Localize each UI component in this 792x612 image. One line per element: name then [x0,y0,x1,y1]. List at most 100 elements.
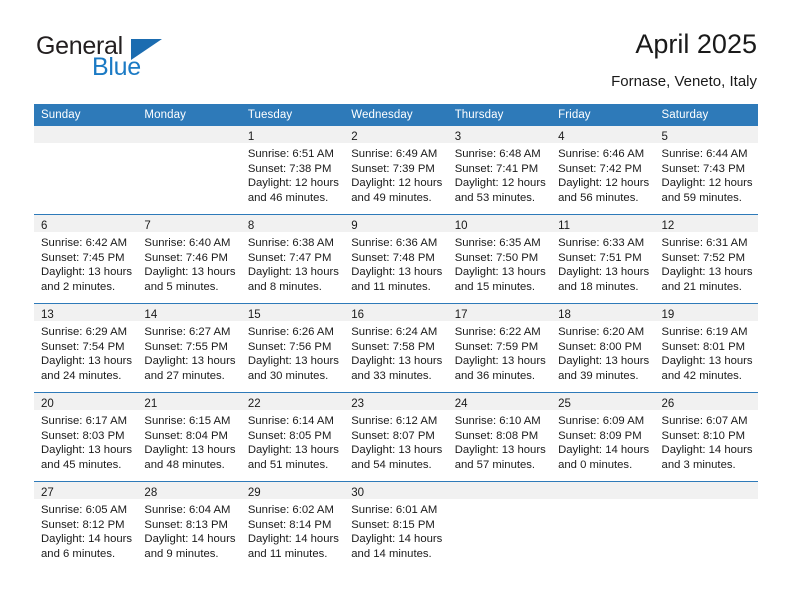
calendar-day-cell[interactable]: 2 Sunrise: 6:49 AM Sunset: 7:39 PM Daylight… [344,126,448,215]
calendar-day-cell[interactable]: 1 Sunrise: 6:51 AM Sunset: 7:38 PM Daylight… [240,126,345,215]
day-cell-body: Sunrise: 6:20 AM Sunset: 8:00 PM Daylight:… [551,321,654,383]
day-cell-body: Sunrise: 6:07 AM Sunset: 8:10 PM Daylight:… [655,410,758,472]
calendar-week-row: 13 Sunrise: 6:29 AM Sunset: 7:54 PM Dayligh… [34,303,758,393]
calendar-day-cell[interactable]: 19 Sunrise: 6:19 AM Sunset: 8:01 PM Dayligh… [654,303,758,393]
sunset-time: Sunset: 8:01 PM [661,340,746,353]
day-cell-inner: 1 Sunrise: 6:51 AM Sunset: 7:38 PM Daylight… [240,126,345,214]
day-number: 29 [247,487,261,499]
calendar-day-cell[interactable]: 6 Sunrise: 6:42 AM Sunset: 7:45 PM Daylight… [34,214,138,304]
calendar-day-cell[interactable]: 26 Sunrise: 6:07 AM Sunset: 8:10 PM Dayligh… [654,392,758,482]
day-number: 19 [661,309,675,321]
sunrise-time: Sunrise: 6:36 AM [351,237,438,249]
day-number: 8 [247,220,255,232]
calendar-day-cell[interactable]: 7 Sunrise: 6:40 AM Sunset: 7:46 PM Daylight… [137,214,241,304]
sunrise-time: Sunrise: 6:27 AM [144,326,231,338]
calendar-day-cell[interactable]: 27 Sunrise: 6:05 AM Sunset: 8:12 PM Dayligh… [34,481,138,570]
daylight-duration-line1: Daylight: 13 hours [661,355,753,368]
calendar-day-cell[interactable]: 4 Sunrise: 6:46 AM Sunset: 7:42 PM Daylight… [551,126,655,215]
calendar-day-cell[interactable]: 15 Sunrise: 6:26 AM Sunset: 7:56 PM Dayligh… [240,303,345,393]
daylight-duration-line2: and 0 minutes. [558,458,633,471]
day-number-strip: 15 [240,304,345,321]
daylight-duration-line1: Daylight: 13 hours [144,266,236,279]
day-number-strip: 29 [240,482,345,499]
day-number-strip: 1 [240,126,345,143]
daylight-duration-line2: and 9 minutes. [144,547,219,560]
calendar-day-cell[interactable]: 12 Sunrise: 6:31 AM Sunset: 7:52 PM Dayligh… [654,214,758,304]
sunset-time: Sunset: 8:15 PM [351,518,435,531]
sunrise-time: Sunrise: 6:29 AM [41,326,128,338]
day-cell-inner: 5 Sunrise: 6:44 AM Sunset: 7:43 PM Daylight… [654,126,758,214]
daylight-duration-line1: Daylight: 13 hours [41,444,133,457]
calendar-day-cell[interactable]: 13 Sunrise: 6:29 AM Sunset: 7:54 PM Dayligh… [34,303,138,393]
sunrise-time: Sunrise: 6:04 AM [144,504,231,516]
sunset-time: Sunset: 8:08 PM [454,429,539,442]
sunset-time: Sunset: 8:00 PM [558,340,642,353]
daylight-duration-line1: Daylight: 14 hours [558,444,650,457]
calendar-day-cell[interactable]: 10 Sunrise: 6:35 AM Sunset: 7:50 PM Dayligh… [447,214,552,304]
daylight-duration-line1: Daylight: 13 hours [454,444,546,457]
sunrise-time: Sunrise: 6:10 AM [454,415,541,427]
calendar-day-cell[interactable]: 18 Sunrise: 6:20 AM Sunset: 8:00 PM Dayligh… [551,303,655,393]
calendar-day-cell[interactable]: 29 Sunrise: 6:02 AM Sunset: 8:14 PM Dayligh… [240,481,345,570]
calendar-day-cell[interactable]: 14 Sunrise: 6:27 AM Sunset: 7:55 PM Dayligh… [137,303,241,393]
calendar-day-cell[interactable]: 25 Sunrise: 6:09 AM Sunset: 8:09 PM Dayligh… [551,392,655,482]
calendar-day-cell[interactable]: 16 Sunrise: 6:24 AM Sunset: 7:58 PM Dayligh… [344,303,448,393]
calendar-day-cell-empty [447,481,552,570]
day-number-strip [34,126,138,143]
calendar-day-cell[interactable]: 17 Sunrise: 6:22 AM Sunset: 7:59 PM Dayligh… [447,303,552,393]
daylight-duration-line2: and 21 minutes. [661,280,742,293]
calendar-day-cell[interactable]: 28 Sunrise: 6:04 AM Sunset: 8:13 PM Dayligh… [137,481,241,570]
calendar-day-cell[interactable]: 23 Sunrise: 6:12 AM Sunset: 8:07 PM Dayligh… [344,392,448,482]
weekday-header-wednesday: Wednesday [344,104,448,126]
daylight-duration-line1: Daylight: 13 hours [41,266,133,279]
day-cell-inner: 25 Sunrise: 6:09 AM Sunset: 8:09 PM Dayligh… [551,393,655,481]
calendar-day-cell[interactable]: 5 Sunrise: 6:44 AM Sunset: 7:43 PM Daylight… [654,126,758,215]
daylight-duration-line1: Daylight: 12 hours [247,177,339,190]
calendar-day-cell[interactable]: 30 Sunrise: 6:01 AM Sunset: 8:15 PM Dayligh… [344,481,448,570]
day-cell-body: Sunrise: 6:36 AM Sunset: 7:48 PM Daylight:… [344,232,447,294]
day-number: 17 [454,309,468,321]
sunset-time: Sunset: 7:55 PM [144,340,228,353]
daylight-duration-line1: Daylight: 13 hours [144,444,236,457]
day-cell-body: Sunrise: 6:29 AM Sunset: 7:54 PM Daylight:… [34,321,137,383]
daylight-duration-line2: and 27 minutes. [144,369,225,382]
calendar-day-cell[interactable]: 3 Sunrise: 6:48 AM Sunset: 7:41 PM Daylight… [447,126,552,215]
calendar-header-row: Sunday Monday Tuesday Wednesday Thursday Frid… [34,104,758,126]
calendar-day-cell[interactable]: 21 Sunrise: 6:15 AM Sunset: 8:04 PM Dayligh… [137,392,241,482]
daylight-duration-line2: and 6 minutes. [41,547,116,560]
day-cell-inner: 21 Sunrise: 6:15 AM Sunset: 8:04 PM Dayligh… [137,393,241,481]
calendar-week-row: 20 Sunrise: 6:17 AM Sunset: 8:03 PM Dayligh… [34,392,758,482]
sunrise-time: Sunrise: 6:07 AM [661,415,748,427]
day-cell-inner: 12 Sunrise: 6:31 AM Sunset: 7:52 PM Dayligh… [654,215,758,303]
calendar-week-row: 6 Sunrise: 6:42 AM Sunset: 7:45 PM Daylight… [34,214,758,304]
logo-text-blue: Blue [92,53,141,81]
daylight-duration-line2: and 36 minutes. [454,369,536,382]
daylight-duration-line1: Daylight: 13 hours [661,266,753,279]
page-title: April 2025 [635,29,757,59]
page-header: General Blue April 2025 Fornase, Veneto,… [0,0,792,100]
calendar-day-cell[interactable]: 22 Sunrise: 6:14 AM Sunset: 8:05 PM Dayligh… [240,392,345,482]
daylight-duration-line2: and 8 minutes. [247,280,322,293]
sunrise-time: Sunrise: 6:02 AM [247,504,334,516]
sunrise-time: Sunrise: 6:19 AM [661,326,748,338]
daylight-duration-line1: Daylight: 13 hours [41,355,133,368]
day-cell-body: Sunrise: 6:49 AM Sunset: 7:39 PM Daylight:… [344,143,447,205]
sunset-time: Sunset: 8:12 PM [41,518,125,531]
day-number: 11 [558,220,571,232]
day-cell-body: Sunrise: 6:40 AM Sunset: 7:46 PM Daylight:… [137,232,240,294]
calendar-day-cell[interactable]: 20 Sunrise: 6:17 AM Sunset: 8:03 PM Dayligh… [34,392,138,482]
calendar-day-cell[interactable]: 8 Sunrise: 6:38 AM Sunset: 7:47 PM Daylight… [240,214,345,304]
day-cell-inner: 4 Sunrise: 6:46 AM Sunset: 7:42 PM Daylight… [551,126,655,214]
weekday-header-monday: Monday [137,104,241,126]
day-cell-body: Sunrise: 6:51 AM Sunset: 7:38 PM Daylight:… [241,143,344,205]
day-cell-body: Sunrise: 6:10 AM Sunset: 8:08 PM Daylight:… [448,410,551,472]
general-blue-logo[interactable]: General Blue [36,34,206,86]
sunrise-time: Sunrise: 6:01 AM [351,504,438,516]
calendar-day-cell-empty [137,126,241,215]
day-cell-body: Sunrise: 6:05 AM Sunset: 8:12 PM Daylight:… [34,499,137,561]
day-cell-inner: 23 Sunrise: 6:12 AM Sunset: 8:07 PM Dayligh… [344,393,448,481]
calendar-day-cell[interactable]: 9 Sunrise: 6:36 AM Sunset: 7:48 PM Daylight… [344,214,448,304]
calendar-day-cell[interactable]: 11 Sunrise: 6:33 AM Sunset: 7:51 PM Dayligh… [551,214,655,304]
day-number-strip: 6 [34,215,138,232]
calendar-day-cell[interactable]: 24 Sunrise: 6:10 AM Sunset: 8:08 PM Dayligh… [447,392,552,482]
